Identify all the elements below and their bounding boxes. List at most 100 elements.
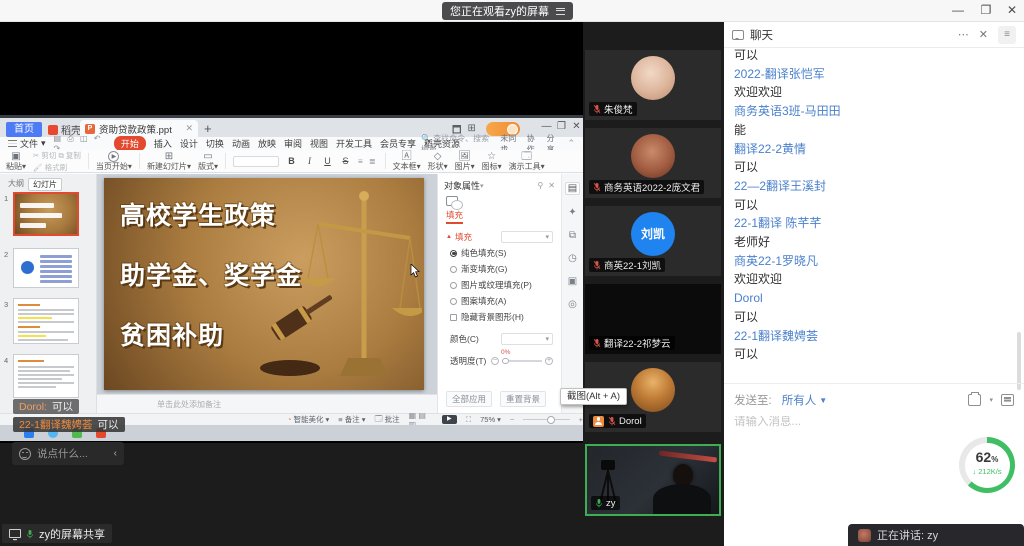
- italic-button[interactable]: I: [304, 156, 315, 166]
- wps-minimize-icon[interactable]: —: [540, 121, 553, 132]
- textbox-button[interactable]: 🄰文本框▾: [393, 151, 421, 172]
- participant-tile-pangwenjun[interactable]: 商务英语2022-2庞文君: [585, 128, 721, 198]
- picture-button[interactable]: 🖼图片▾: [455, 151, 475, 172]
- fill-tab[interactable]: 填充: [446, 209, 463, 224]
- slide-thumbnail-3[interactable]: [13, 298, 79, 344]
- file-menu[interactable]: 文件 ▾: [8, 137, 46, 150]
- slide-thumbnail-4[interactable]: [13, 354, 79, 398]
- panel-list-icon[interactable]: ≡: [998, 26, 1016, 44]
- layout-button[interactable]: ▭版式▾: [198, 151, 218, 172]
- notes-button[interactable]: ≡ 备注▾: [338, 414, 365, 425]
- close-button[interactable]: ✕: [1004, 3, 1020, 17]
- chat-history-icon[interactable]: [968, 394, 981, 406]
- zoom-level[interactable]: 75%▾: [480, 415, 501, 424]
- zoom-slider[interactable]: [523, 419, 569, 421]
- slide-thumbnail-2[interactable]: [13, 248, 79, 288]
- chat-close-icon[interactable]: ✕: [979, 28, 988, 41]
- history-icon[interactable]: ◷: [568, 253, 577, 264]
- collapse-chevron-icon[interactable]: ‹: [114, 448, 117, 459]
- chat-notes-icon[interactable]: [1001, 394, 1014, 406]
- strikethrough-button[interactable]: S: [340, 156, 351, 166]
- present-tools-button[interactable]: 🗔演示工具▾: [509, 151, 545, 172]
- send-to-caret-icon[interactable]: ▼: [819, 396, 827, 405]
- shape-button[interactable]: ◇形状▾: [428, 151, 448, 172]
- panel-close-icon[interactable]: ✕: [548, 181, 555, 190]
- collapse-ribbon-icon[interactable]: ⌃: [567, 138, 575, 149]
- emoji-icon[interactable]: [19, 448, 31, 460]
- participant-tile-zhujunfan[interactable]: 朱俊梵: [585, 50, 721, 120]
- font-name-select[interactable]: [233, 156, 279, 167]
- outline-tab[interactable]: 大纲: [8, 178, 24, 191]
- properties-panel-icon[interactable]: ▤: [565, 182, 580, 195]
- chat-message: 可以: [734, 308, 1012, 327]
- fill-preset-dropdown[interactable]: ▾: [501, 231, 553, 243]
- fill-option-radio[interactable]: 图案填充(A): [450, 295, 561, 307]
- slideshow-play-button[interactable]: ▶: [442, 415, 457, 424]
- fill-option-radio[interactable]: 渐变填充(G): [450, 263, 561, 275]
- alpha-slider[interactable]: − 0% +: [491, 357, 553, 365]
- wps-home-tab[interactable]: 首页: [6, 122, 42, 137]
- speaking-indicator[interactable]: 正在讲话: zy: [848, 524, 1024, 546]
- send-to-select[interactable]: 所有人: [782, 392, 817, 408]
- tab-close-icon[interactable]: ✕: [185, 123, 193, 134]
- menu-item[interactable]: 审阅: [284, 137, 302, 150]
- chat-message: 可以: [734, 345, 1012, 364]
- menu-item[interactable]: 会员专享: [380, 137, 416, 150]
- menu-item[interactable]: 设计: [180, 137, 198, 150]
- maximize-button[interactable]: ❐: [978, 3, 994, 17]
- minus-icon[interactable]: −: [491, 357, 499, 365]
- history-caret-icon[interactable]: ▾: [989, 396, 993, 404]
- notes-hint[interactable]: 单击此处添加备注: [97, 394, 437, 413]
- slides-tab[interactable]: 幻灯片: [28, 178, 62, 191]
- play-from-current-button[interactable]: ▶当页开始▾: [96, 151, 132, 171]
- new-slide-button[interactable]: ⊞新建幻灯片▾: [147, 151, 191, 172]
- participant-tile-qimengyun[interactable]: 翻译22-2祁梦云: [585, 284, 721, 354]
- paste-button[interactable]: ▣粘贴▾: [6, 151, 26, 172]
- plus-icon[interactable]: +: [545, 357, 553, 365]
- menu-item[interactable]: 动画: [232, 137, 250, 150]
- watching-banner[interactable]: 您正在观看zy的屏幕: [442, 2, 573, 20]
- menu-item[interactable]: 插入: [154, 137, 172, 150]
- new-tab-button[interactable]: +: [204, 121, 212, 136]
- clipboard-group[interactable]: ✂ 剪切 ⧉ 复制 🖌 格式刷: [33, 150, 81, 173]
- menu-item-start[interactable]: 开始: [114, 136, 146, 151]
- wps-restore-icon[interactable]: ❐: [555, 121, 568, 132]
- apply-all-button[interactable]: 全部应用: [446, 391, 492, 407]
- align-buttons[interactable]: ≡ ≣: [358, 157, 378, 166]
- chat-message-input[interactable]: [734, 416, 1012, 428]
- hide-background-checkbox[interactable]: 隐藏背景图形(H): [450, 311, 561, 323]
- bold-button[interactable]: B: [286, 156, 297, 166]
- banner-menu-icon[interactable]: [556, 8, 565, 15]
- pin-icon[interactable]: ⚲: [537, 181, 543, 190]
- icons-button[interactable]: ☆图标▾: [482, 151, 502, 172]
- chat-message-list[interactable]: 可以2022-翻译张恺军欢迎欢迎商务英语3班-马田田能翻译22-2黄情可以22—…: [734, 46, 1012, 386]
- speaking-text: 正在讲话: zy: [877, 527, 938, 543]
- slide-thumbnail-1[interactable]: [13, 192, 79, 236]
- fit-icon[interactable]: ⛶: [466, 415, 471, 425]
- chat-more-icon[interactable]: ⋯: [958, 28, 969, 41]
- reset-background-button[interactable]: 重置背景: [500, 391, 546, 407]
- effects-icon[interactable]: ✦: [568, 207, 576, 218]
- menu-item[interactable]: 切换: [206, 137, 224, 150]
- menu-item[interactable]: 放映: [258, 137, 276, 150]
- media-panel-icon[interactable]: ▣: [568, 276, 577, 287]
- minimize-button[interactable]: —: [950, 3, 966, 17]
- underline-button[interactable]: U: [322, 156, 333, 166]
- clipboard-panel-icon[interactable]: ⧉: [569, 230, 576, 241]
- wps-close-icon[interactable]: ✕: [570, 121, 583, 132]
- participant-tile-liukai[interactable]: 刘凯 商英22-1刘凯: [585, 206, 721, 276]
- fill-option-radio[interactable]: 图片或纹理填充(P): [450, 279, 561, 291]
- participant-name: zy: [606, 498, 616, 509]
- smart-beautify-button[interactable]: ◔智能美化▾: [287, 414, 329, 425]
- menu-item[interactable]: 视图: [310, 137, 328, 150]
- menu-item[interactable]: 开发工具: [336, 137, 372, 150]
- settings-icon[interactable]: ◎: [568, 299, 577, 310]
- fill-option-radio[interactable]: 纯色填充(S): [450, 247, 561, 259]
- color-dropdown[interactable]: ▾: [501, 333, 553, 345]
- quick-chat-input[interactable]: 说点什么... ‹: [12, 442, 124, 465]
- screen-share-badge[interactable]: zy的屏幕共享: [2, 524, 112, 543]
- participant-tile-zy-active-speaker[interactable]: zy: [585, 444, 721, 516]
- current-slide[interactable]: 高校学生政策 助学金、奖学金 贫困补助: [104, 178, 424, 390]
- chat-title: 聊天: [750, 27, 773, 43]
- chat-scrollbar[interactable]: [1017, 332, 1021, 390]
